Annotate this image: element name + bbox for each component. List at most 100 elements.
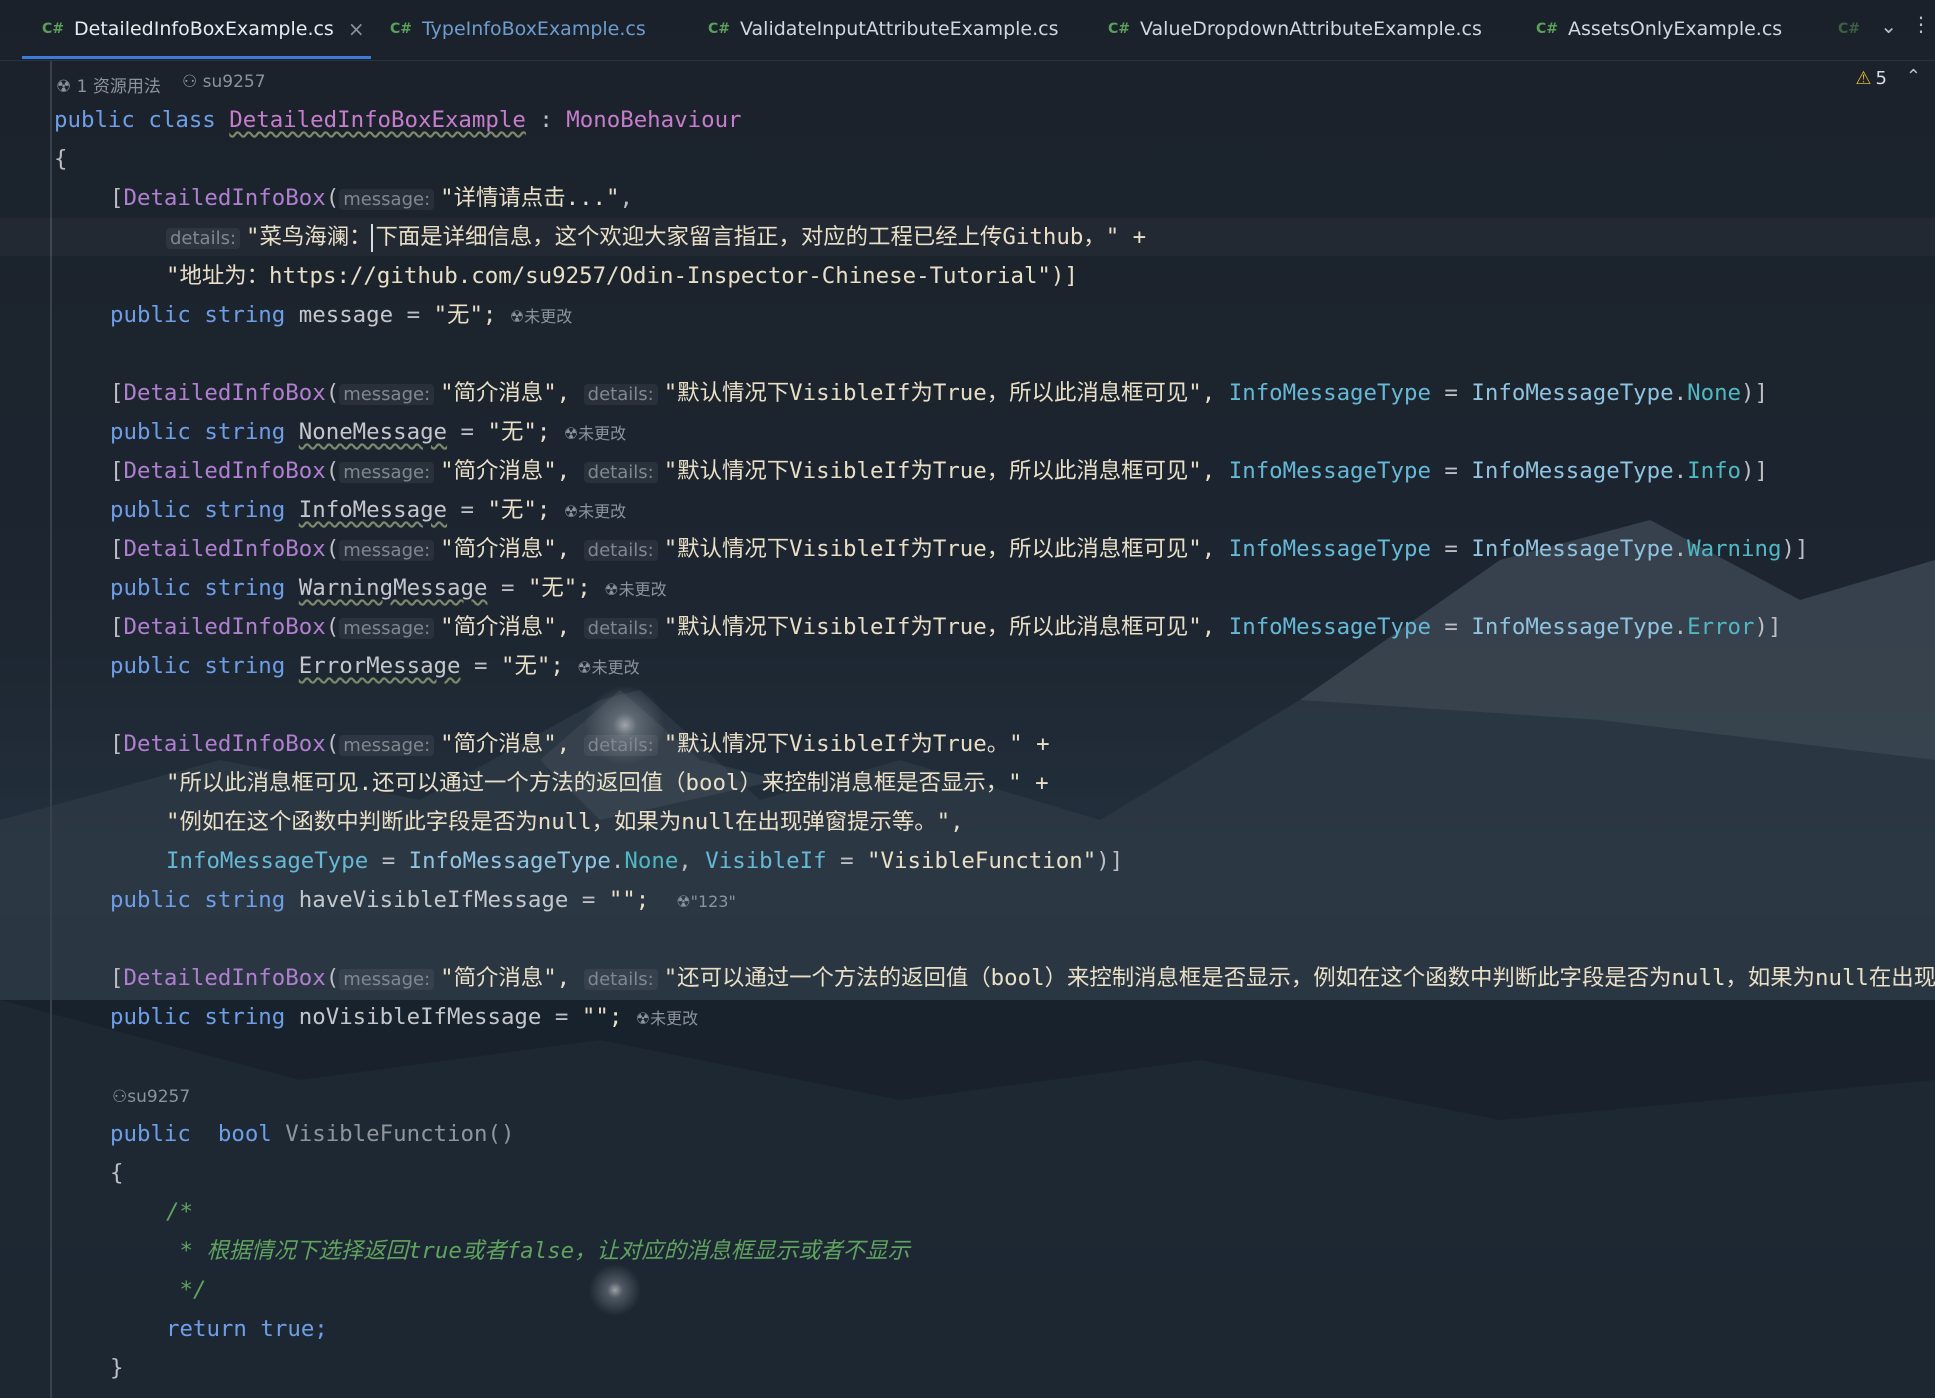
code-token: "简介消息", <box>440 614 571 640</box>
code-token: = <box>447 497 488 523</box>
code-vision-hint[interactable]: ☢未更改 <box>564 502 626 521</box>
code-token: details: <box>583 618 658 639</box>
tab-detailed-info-box-example[interactable]: C# DetailedInfoBoxExample.cs × <box>42 0 365 58</box>
code-line: public class DetailedInfoBoxExample : Mo… <box>54 103 742 137</box>
code-line: details: "菜鸟海澜： 下面是详细信息，这个欢迎大家留言指正，对应的工程已经… <box>166 220 1146 254</box>
usage-icon: ☢ <box>56 77 72 97</box>
code-token: "默认情况下VisibleIf为True，所以此消息框可见", <box>663 614 1216 640</box>
code-token: details: <box>583 969 658 990</box>
tab-type-info-box-example[interactable]: C# TypeInfoBoxExample.cs <box>390 0 646 58</box>
code-token: "默认情况下VisibleIf为True，所以此消息框可见", <box>663 380 1216 406</box>
code-line: public string ErrorMessage = "无"; ☢未更改 <box>110 649 640 683</box>
unity-icon: ☢ <box>676 892 691 911</box>
code-token: message: <box>339 618 435 639</box>
tab-label: ValueDropdownAttributeExample.cs <box>1140 18 1482 40</box>
code-vision-hint[interactable]: ☢未更改 <box>577 658 639 677</box>
inlay-hint: message: <box>339 189 435 210</box>
code-token: "简介消息", <box>440 536 571 562</box>
code-token: public <box>110 497 191 523</box>
code-token: message <box>298 302 394 328</box>
code-token: 未更改 <box>618 580 667 599</box>
class-name: DetailedInfoBoxExample <box>229 107 526 133</box>
tab-label: AssetsOnlyExample.cs <box>1568 18 1783 40</box>
code-line: "所以此消息框可见.还可以通过一个方法的返回值（bool）来控制消息框是否显示，… <box>166 766 1049 800</box>
code-token: * 根据情况下选择返回true或者false，让对应的消息框显示或者不显示 <box>166 1238 910 1264</box>
person-icon: ⚇ <box>182 72 198 92</box>
code-token: "简介消息", <box>440 458 571 484</box>
code-token: Warning <box>1687 536 1782 562</box>
code-token: true; <box>260 1316 328 1342</box>
code-token: "简介消息", <box>440 731 571 757</box>
code-vision-hint[interactable]: ☢未更改 <box>604 580 666 599</box>
code-token: public <box>54 107 135 133</box>
more-options-icon[interactable]: ⋮ <box>1911 12 1931 36</box>
code-token: "详情请点击..." <box>440 185 620 211</box>
warning-count: 5 <box>1875 68 1887 89</box>
chevron-up-icon[interactable]: ⌃ <box>1906 66 1921 87</box>
code-token: ErrorMessage <box>298 653 461 679</box>
code-token: "默认情况下VisibleIf为True，所以此消息框可见", <box>663 536 1216 562</box>
tab-value-dropdown-attribute-example[interactable]: C# ValueDropdownAttributeExample.cs <box>1108 0 1482 58</box>
code-line: [DetailedInfoBox(message: "详情请点击...", <box>110 185 633 211</box>
code-token: public <box>110 887 191 913</box>
code-token: None <box>624 848 679 874</box>
code-token: = <box>541 1004 582 1030</box>
code-line: public string noVisibleIfMessage = ""; ☢… <box>110 1000 698 1034</box>
code-token: InfoMessageType <box>408 848 611 874</box>
code-token: InfoMessageType <box>1228 614 1431 640</box>
code-token: su9257 <box>127 1087 191 1107</box>
csharp-file-icon: C# <box>390 21 413 37</box>
code-token: InfoMessageType <box>1228 458 1431 484</box>
code-token: InfoMessageType <box>166 848 369 874</box>
author-hint[interactable]: ⚇su9257 <box>112 1087 190 1107</box>
code-token: details: <box>583 735 658 756</box>
code-line: public string message = "无"; ☢未更改 <box>110 298 572 332</box>
code-token: "VisibleFunction" <box>867 848 1097 874</box>
code-token: None <box>1687 380 1742 406</box>
code-token: 未更改 <box>650 1009 699 1028</box>
close-tab-icon[interactable]: × <box>348 17 365 41</box>
code-vision-hint[interactable]: ☢"123" <box>676 892 736 911</box>
usages-hint[interactable]: ☢ 1 资源用法 <box>56 72 161 97</box>
code-line: public bool VisibleFunction() <box>110 1117 514 1151</box>
tab-validate-input-attribute-example[interactable]: C# ValidateInputAttributeExample.cs <box>708 0 1059 58</box>
author-hint[interactable]: ⚇ su9257 <box>182 72 266 92</box>
csharp-file-icon: C# <box>1108 21 1131 37</box>
editor-tab-bar: C# DetailedInfoBoxExample.cs × C# TypeIn… <box>0 0 1935 61</box>
code-token: = <box>487 575 528 601</box>
unity-icon: ☢ <box>604 580 619 599</box>
inlay-hint: details: <box>166 228 241 249</box>
code-vision-hint[interactable]: ☢未更改 <box>636 1009 698 1028</box>
tab-label: DetailedInfoBoxExample.cs <box>74 18 334 40</box>
code-token: /* <box>166 1199 193 1225</box>
code-token: public <box>110 1121 191 1147</box>
warnings-indicator[interactable]: ⚠ 5 <box>1855 68 1887 89</box>
code-token: public <box>110 653 191 679</box>
code-token: bool <box>217 1121 272 1147</box>
code-token: = <box>826 848 868 874</box>
code-token: string <box>204 497 286 523</box>
code-token: InfoMessageType <box>1228 536 1431 562</box>
code-token: DetailedInfoBox <box>123 965 326 991</box>
tab-overflow-partial[interactable]: C# <box>1838 0 1870 58</box>
code-token: details: <box>583 384 658 405</box>
code-token: WarningMessage <box>298 575 488 601</box>
code-token: 未更改 <box>578 502 627 521</box>
code-vision-hint[interactable]: ☢未更改 <box>564 424 626 443</box>
code-line: /* <box>166 1195 193 1229</box>
code-token: "还可以通过一个方法的返回值（bool）来控制消息框是否显示，例如在这个函数中判… <box>663 965 1935 991</box>
code-token: message: <box>339 735 435 756</box>
code-token: message: <box>339 384 435 405</box>
code-token: Info <box>1687 458 1742 484</box>
chevron-down-icon[interactable]: ⌄ <box>1880 14 1897 38</box>
code-line: InfoMessageType = InfoMessageType.None, … <box>166 848 1124 874</box>
unity-icon: ☢ <box>635 1009 651 1028</box>
code-line: } <box>110 1351 123 1385</box>
code-line: public string NoneMessage = "无"; ☢未更改 <box>110 415 626 449</box>
code-token: DetailedInfoBox <box>123 185 326 211</box>
code-token: InfoMessage <box>298 497 448 523</box>
tab-label: TypeInfoBoxExample.cs <box>422 18 646 40</box>
code-token: string <box>204 419 286 445</box>
code-line: [DetailedInfoBox(message: "简介消息", details… <box>110 731 1050 757</box>
tab-assets-only-example[interactable]: C# AssetsOnlyExample.cs <box>1536 0 1782 58</box>
